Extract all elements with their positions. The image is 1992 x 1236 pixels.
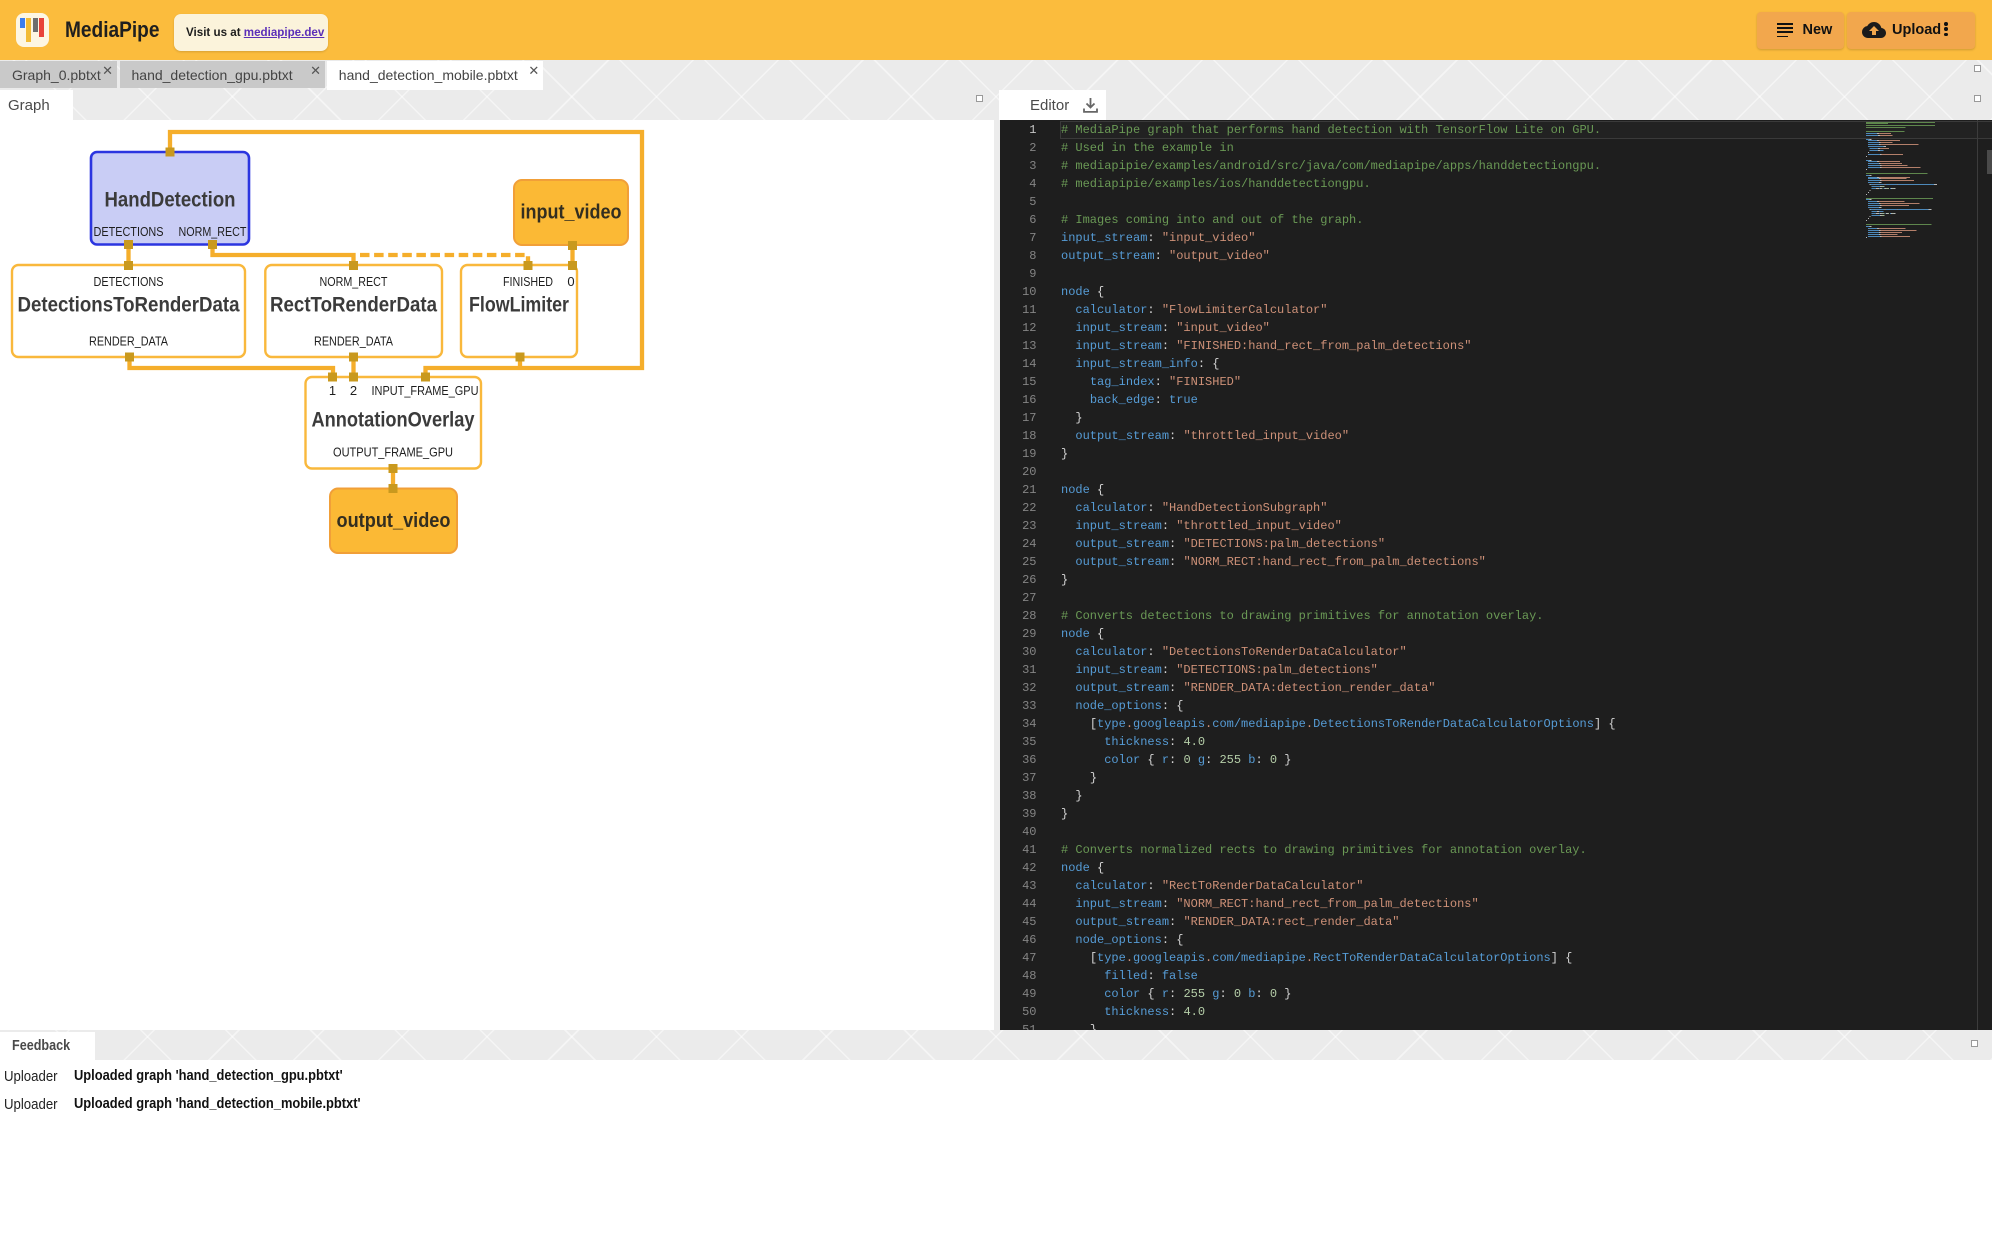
svg-text:1: 1 xyxy=(329,383,336,398)
svg-text:output_video: output_video xyxy=(337,509,451,532)
svg-text:0: 0 xyxy=(567,274,574,289)
svg-text:input_video: input_video xyxy=(521,201,622,224)
svg-text:FINISHED: FINISHED xyxy=(503,274,553,289)
svg-text:RENDER_DATA: RENDER_DATA xyxy=(314,334,393,349)
svg-text:AnnotationOverlay: AnnotationOverlay xyxy=(312,409,475,432)
svg-text:NORM_RECT: NORM_RECT xyxy=(320,274,388,289)
svg-text:DetectionsToRenderData: DetectionsToRenderData xyxy=(18,294,240,317)
svg-text:NORM_RECT: NORM_RECT xyxy=(179,224,247,239)
svg-text:RectToRenderData: RectToRenderData xyxy=(270,294,437,317)
svg-text:FlowLimiter: FlowLimiter xyxy=(469,294,569,317)
svg-text:DETECTIONS: DETECTIONS xyxy=(94,224,164,239)
svg-text:2: 2 xyxy=(350,383,357,398)
svg-text:DETECTIONS: DETECTIONS xyxy=(94,274,164,289)
svg-text:HandDetection: HandDetection xyxy=(105,189,236,212)
svg-text:RENDER_DATA: RENDER_DATA xyxy=(89,334,168,349)
svg-text:OUTPUT_FRAME_GPU: OUTPUT_FRAME_GPU xyxy=(333,445,453,460)
svg-text:INPUT_FRAME_GPU: INPUT_FRAME_GPU xyxy=(372,383,479,398)
